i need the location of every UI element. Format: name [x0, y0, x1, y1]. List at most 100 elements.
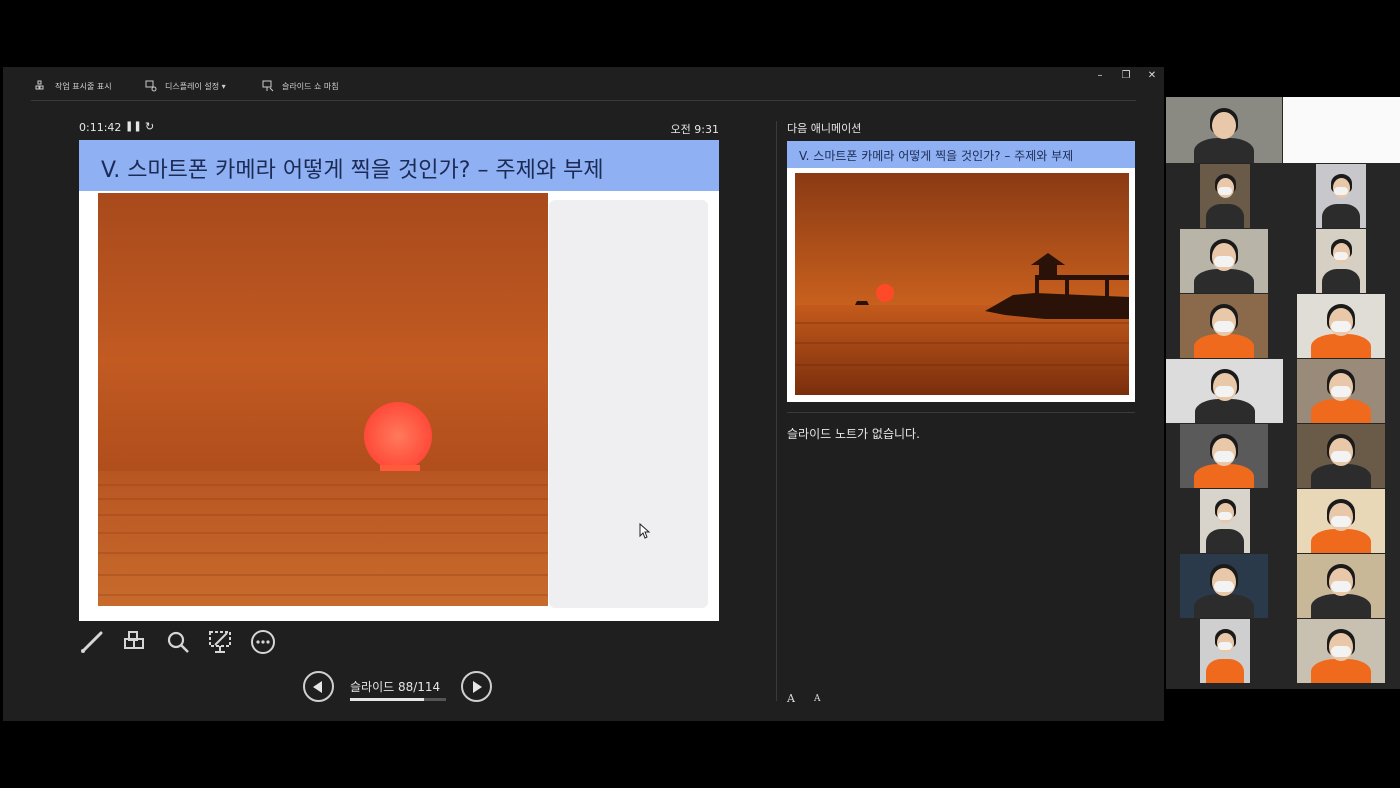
face-mask	[1334, 187, 1348, 196]
face-mask	[1331, 646, 1351, 658]
display-settings-label: 디스플레이 설정 ▾	[165, 81, 226, 91]
sunset-photo	[98, 193, 548, 606]
face-mask	[1331, 451, 1351, 463]
participant-video-tile[interactable]	[1316, 164, 1366, 228]
participant-video-tile[interactable]	[1200, 164, 1250, 228]
participant-video-tile[interactable]	[1283, 97, 1400, 163]
participant-video-tile[interactable]	[1297, 424, 1385, 488]
slide-progress-fill	[350, 698, 424, 701]
face-mask	[1331, 581, 1351, 593]
participant-body	[1194, 398, 1255, 423]
participant-video-tile[interactable]	[1297, 294, 1385, 358]
mouse-cursor-icon	[639, 523, 651, 539]
face-mask	[1218, 642, 1232, 651]
end-slideshow-button[interactable]: 슬라이드 쇼 마침	[262, 80, 339, 92]
participant-body	[1311, 658, 1371, 683]
pavilion-sunset-photo	[795, 173, 1129, 395]
participant-body	[1311, 528, 1371, 553]
thumbnails-icon[interactable]	[122, 629, 148, 655]
end-slideshow-icon	[262, 80, 274, 92]
participant-video-tile[interactable]	[1297, 489, 1385, 553]
presenter-toolbar: 작업 표시줄 표시 디스플레이 설정 ▾ 슬라이드 쇼 마침 – ❐ ✕	[3, 67, 1164, 103]
face-mask	[1218, 512, 1232, 521]
close-button[interactable]: ✕	[1141, 70, 1163, 81]
increase-font-button[interactable]: A	[787, 692, 795, 705]
next-slide-title-bar: V. 스마트폰 카메라 어떻게 찍을 것인가? – 주제와 부제	[787, 141, 1135, 168]
elapsed-timer: 0:11:42	[79, 121, 122, 134]
participant-body	[1206, 658, 1244, 683]
restart-icon[interactable]: ↻	[145, 120, 154, 133]
participant-body	[1322, 203, 1360, 228]
show-taskbar-label: 작업 표시줄 표시	[55, 81, 112, 91]
display-settings-icon	[145, 80, 157, 92]
current-slide[interactable]: V. 스마트폰 카메라 어떻게 찍을 것인가? – 주제와 부제	[79, 140, 719, 621]
black-screen-icon[interactable]	[207, 629, 233, 655]
video-gallery	[1166, 97, 1400, 689]
face-mask	[1331, 516, 1351, 528]
more-icon[interactable]	[250, 629, 276, 655]
participant-video-tile[interactable]	[1200, 489, 1250, 553]
slide-side-panel	[549, 200, 708, 608]
screen: 작업 표시줄 표시 디스플레이 설정 ▾ 슬라이드 쇼 마침 – ❐ ✕ 0:1…	[0, 0, 1400, 788]
participant-video-tile[interactable]	[1297, 359, 1385, 423]
video-background	[1283, 97, 1400, 163]
face-mask	[1214, 321, 1234, 333]
pause-icon[interactable]: ❚❚	[125, 121, 142, 132]
next-pane-label: 다음 애니메이션	[787, 122, 862, 135]
slide-navigation: 슬라이드 88/114	[303, 670, 498, 704]
participant-body	[1322, 268, 1360, 293]
face-mask	[1214, 256, 1234, 268]
next-slide-preview[interactable]: V. 스마트폰 카메라 어떻게 찍을 것인가? – 주제와 부제	[787, 141, 1135, 402]
timer-row: 0:11:42 ❚❚ ↻ 오전 9:31	[79, 120, 719, 136]
participant-body	[1311, 333, 1371, 358]
participant-body	[1194, 593, 1254, 618]
pen-icon[interactable]	[79, 629, 105, 655]
participant-body	[1206, 203, 1244, 228]
participant-body	[1194, 333, 1254, 358]
participant-video-tile[interactable]	[1200, 619, 1250, 683]
presenter-view-window: 작업 표시줄 표시 디스플레이 설정 ▾ 슬라이드 쇼 마침 – ❐ ✕ 0:1…	[3, 67, 1164, 721]
participant-video-tile[interactable]	[1297, 554, 1385, 618]
participant-video-tile[interactable]	[1166, 359, 1283, 423]
participant-body	[1311, 593, 1371, 618]
participant-body	[1194, 463, 1254, 488]
participant-video-tile[interactable]	[1180, 554, 1268, 618]
taskbar-icon	[35, 80, 44, 90]
face-mask	[1214, 386, 1235, 398]
pane-divider[interactable]	[776, 121, 777, 701]
slide-progress-track	[350, 698, 446, 701]
slide-counter[interactable]: 슬라이드 88/114	[350, 678, 440, 695]
face-mask	[1331, 386, 1351, 398]
restore-button[interactable]: ❐	[1115, 70, 1137, 81]
participant-face	[1212, 111, 1236, 140]
participant-body	[1194, 137, 1254, 163]
participant-body	[1194, 268, 1254, 293]
face-mask	[1218, 187, 1232, 196]
end-slideshow-label: 슬라이드 쇼 마침	[282, 81, 339, 91]
participant-video-tile[interactable]	[1180, 424, 1268, 488]
notes-divider	[787, 412, 1135, 413]
participant-body	[1206, 528, 1244, 553]
zoom-icon[interactable]	[165, 629, 191, 655]
participant-video-tile[interactable]	[1180, 294, 1268, 358]
participant-video-tile[interactable]	[1180, 229, 1268, 293]
slide-title-bar: V. 스마트폰 카메라 어떻게 찍을 것인가? – 주제와 부제	[79, 140, 719, 191]
participant-body	[1311, 463, 1371, 488]
face-mask	[1334, 252, 1348, 261]
clock: 오전 9:31	[670, 123, 719, 136]
minimize-button[interactable]: –	[1089, 70, 1111, 81]
display-settings-button[interactable]: 디스플레이 설정 ▾	[145, 80, 226, 92]
next-slide-title: V. 스마트폰 카메라 어떻게 찍을 것인가? – 주제와 부제	[799, 149, 1074, 163]
slide-title: V. 스마트폰 카메라 어떻게 찍을 것인가? – 주제와 부제	[101, 158, 604, 183]
participant-body	[1311, 398, 1371, 423]
speaker-notes[interactable]: 슬라이드 노트가 없습니다.	[787, 425, 920, 442]
face-mask	[1331, 321, 1351, 333]
decrease-font-button[interactable]: A	[814, 694, 821, 704]
show-taskbar-button[interactable]: 작업 표시줄 표시	[35, 80, 112, 92]
participant-video-tile[interactable]	[1166, 97, 1282, 163]
face-mask	[1214, 451, 1234, 463]
participant-video-tile[interactable]	[1297, 619, 1385, 683]
next-slide-button[interactable]	[461, 671, 492, 702]
participant-video-tile[interactable]	[1316, 229, 1366, 293]
previous-slide-button[interactable]	[303, 671, 334, 702]
